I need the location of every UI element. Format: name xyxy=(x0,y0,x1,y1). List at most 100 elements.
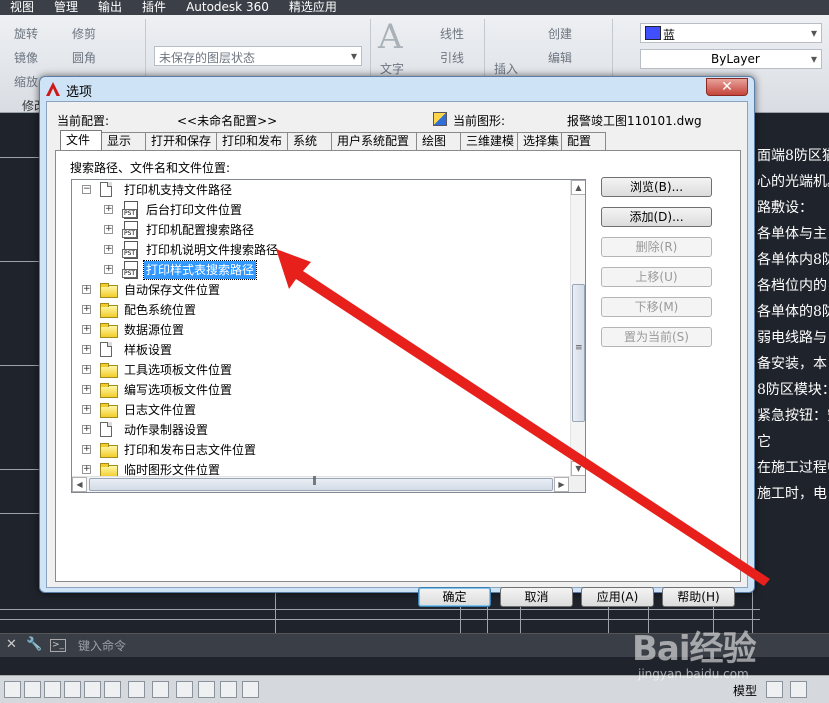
tab-9[interactable]: 配置 xyxy=(561,132,606,150)
grid-icon[interactable] xyxy=(24,681,41,698)
tree-item[interactable]: + 配色系统位置 xyxy=(72,300,570,320)
tree-item[interactable]: + 后台打印文件位置 xyxy=(72,200,570,220)
expand-icon[interactable]: + xyxy=(82,345,91,354)
scale-button[interactable]: 缩放 xyxy=(14,73,38,90)
tree-item[interactable]: + 样板设置 xyxy=(72,340,570,360)
tree-horizontal-scrollbar[interactable]: ◀ ▶ xyxy=(72,476,570,492)
browse-button[interactable]: 浏览(B)... xyxy=(601,177,712,197)
horizontal-scroll-thumb[interactable] xyxy=(89,476,553,491)
tree-item[interactable]: + 编写选项板文件位置 xyxy=(72,380,570,400)
mirror-button[interactable]: 镜像 xyxy=(14,49,38,66)
linear-dimension-button[interactable]: 线性 xyxy=(440,25,464,42)
tree-item[interactable]: + 自动保存文件位置 xyxy=(72,280,570,300)
text-icon[interactable]: A xyxy=(378,17,403,57)
move-down-button[interactable]: 下移(M) xyxy=(601,297,712,317)
lineweight-icon[interactable] xyxy=(176,681,193,698)
expand-icon[interactable]: + xyxy=(82,405,91,414)
tree-item[interactable]: + 日志文件位置 xyxy=(72,400,570,420)
tree-item[interactable]: + 打印机说明文件搜索路径 xyxy=(72,240,570,260)
tree-item[interactable]: + 打印机配置搜索路径 xyxy=(72,220,570,240)
dyn-icon[interactable] xyxy=(152,681,169,698)
expand-icon[interactable]: + xyxy=(82,285,91,294)
insert-button[interactable]: 插入 xyxy=(494,60,518,77)
create-block-button[interactable]: 创建 xyxy=(548,25,572,42)
color-dropdown[interactable]: 蓝 xyxy=(640,23,822,43)
tab-8[interactable]: 选择集 xyxy=(517,132,562,150)
expand-icon[interactable]: + xyxy=(82,325,91,334)
close-icon[interactable]: ✕ xyxy=(6,637,17,652)
dialog-titlebar[interactable]: 选项 ✕ xyxy=(40,77,754,101)
osnap-icon[interactable] xyxy=(84,681,101,698)
expand-icon[interactable]: + xyxy=(104,245,113,254)
menu-item[interactable]: Autodesk 360 xyxy=(176,0,279,15)
cancel-button[interactable]: 取消 xyxy=(500,587,573,607)
layer-state-dropdown[interactable]: 未保存的图层状态 xyxy=(154,46,362,66)
command-input[interactable]: 键入命令 xyxy=(78,637,678,655)
edit-block-button[interactable]: 编辑 xyxy=(548,49,572,66)
help-button[interactable]: 帮助(H) xyxy=(662,587,735,607)
rotate-button[interactable]: 旋转 xyxy=(14,25,38,42)
expand-icon[interactable]: + xyxy=(82,465,91,474)
scroll-right-icon[interactable]: ▶ xyxy=(554,477,569,492)
menu-item[interactable]: 插件 xyxy=(132,0,176,15)
polar-icon[interactable] xyxy=(64,681,81,698)
fillet-button[interactable]: 圆角 xyxy=(72,49,96,66)
collapse-icon[interactable]: − xyxy=(82,185,91,194)
trim-button[interactable]: 修剪 xyxy=(72,25,96,42)
add-button[interactable]: 添加(D)... xyxy=(601,207,712,227)
tab-7[interactable]: 三维建模 xyxy=(460,132,518,150)
ortho-icon[interactable] xyxy=(44,681,61,698)
tree-item-label: 打印和发布日志文件位置 xyxy=(124,443,257,457)
tab-4[interactable]: 系统 xyxy=(287,132,332,150)
set-current-button[interactable]: 置为当前(S) xyxy=(601,327,712,347)
folder-icon xyxy=(100,303,118,318)
remove-button[interactable]: 删除(R) xyxy=(601,237,712,257)
wrench-icon[interactable]: 🔧 xyxy=(26,637,42,652)
otrack-icon[interactable] xyxy=(104,681,121,698)
scroll-thumb[interactable] xyxy=(572,284,585,422)
tree-item[interactable]: + 数据源位置 xyxy=(72,320,570,340)
transparency-icon[interactable] xyxy=(198,681,215,698)
expand-icon[interactable]: + xyxy=(82,385,91,394)
tab-3[interactable]: 打印和发布 xyxy=(216,132,288,150)
search-path-tree[interactable]: − 打印机支持文件路径 + 后台打印文件位置 + 打印机配置搜索路径 + 打印机说明文件搜索路… xyxy=(71,179,586,493)
tab-2[interactable]: 打开和保存 xyxy=(145,132,217,150)
leader-button[interactable]: 引线 xyxy=(440,49,464,66)
tree-item[interactable]: + 工具选项板文件位置 xyxy=(72,360,570,380)
ducs-icon[interactable] xyxy=(128,681,145,698)
tree-vertical-scrollbar[interactable]: ▲ ▼ xyxy=(570,180,585,492)
command-prompt-icon[interactable]: >_ xyxy=(50,639,66,652)
tab-6[interactable]: 绘图 xyxy=(416,132,461,150)
expand-icon[interactable]: + xyxy=(104,265,113,274)
selection-cycling-icon[interactable] xyxy=(242,681,259,698)
menu-item[interactable]: 管理 xyxy=(44,0,88,15)
expand-icon[interactable]: + xyxy=(82,425,91,434)
tree-item[interactable]: + 动作录制器设置 xyxy=(72,420,570,440)
tab-1[interactable]: 显示 xyxy=(101,132,146,150)
tree-item[interactable]: + 打印和发布日志文件位置 xyxy=(72,440,570,460)
expand-icon[interactable]: + xyxy=(104,225,113,234)
move-up-button[interactable]: 上移(U) xyxy=(601,267,712,287)
apply-button[interactable]: 应用(A) xyxy=(581,587,654,607)
quick-properties-icon[interactable] xyxy=(220,681,237,698)
menu-item[interactable]: 输出 xyxy=(88,0,132,15)
menu-item[interactable]: 精选应用 xyxy=(279,0,347,15)
menu-item[interactable]: 视图 xyxy=(0,0,44,15)
expand-icon[interactable]: + xyxy=(82,305,91,314)
expand-icon[interactable]: + xyxy=(104,205,113,214)
tree-item[interactable]: + 打印样式表搜索路径 xyxy=(72,260,570,280)
ok-button[interactable]: 确定 xyxy=(418,587,491,607)
close-button[interactable]: ✕ xyxy=(706,78,748,96)
expand-icon[interactable]: + xyxy=(82,365,91,374)
scroll-up-icon[interactable]: ▲ xyxy=(571,180,585,195)
linetype-dropdown[interactable]: ByLayer xyxy=(640,49,822,69)
snap-icon[interactable] xyxy=(4,681,21,698)
text-button[interactable]: 文字 xyxy=(380,60,404,77)
tree-item[interactable]: − 打印机支持文件路径 xyxy=(72,180,570,200)
scroll-down-icon[interactable]: ▼ xyxy=(571,461,585,476)
tab-5[interactable]: 用户系统配置 xyxy=(331,132,417,150)
tab-0[interactable]: 文件 xyxy=(60,130,102,150)
scroll-left-icon[interactable]: ◀ xyxy=(72,477,87,492)
tree-item-label: 样板设置 xyxy=(124,343,173,357)
expand-icon[interactable]: + xyxy=(82,445,91,454)
